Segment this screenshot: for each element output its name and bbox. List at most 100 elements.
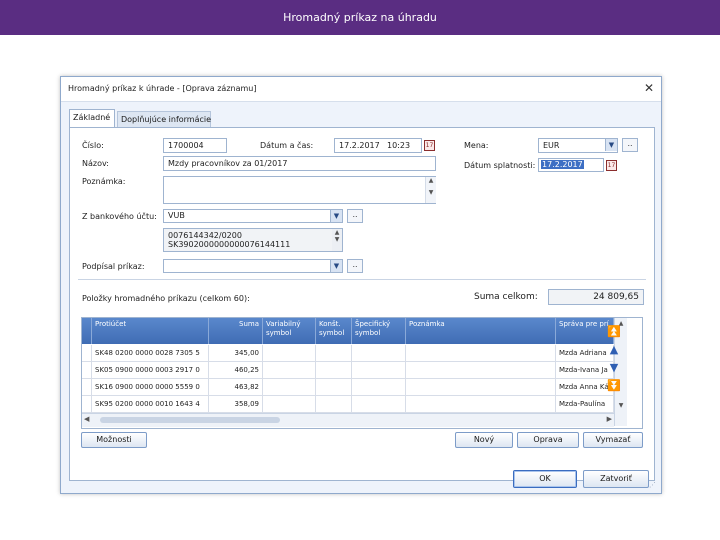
account-iban: SK3902000000000076144111 <box>168 240 291 249</box>
move-last-icon[interactable]: ⏬ <box>607 379 621 393</box>
scroll-right-icon[interactable]: ▶ <box>607 415 612 423</box>
cell-msg: Mzda-Paulína <box>556 396 614 412</box>
cell-amount: 358,09 <box>209 396 263 412</box>
cell-msg: Mzda-Ivana Ja <box>556 362 614 378</box>
oprava-button[interactable]: Oprava <box>517 432 579 448</box>
cell-konst <box>316 396 352 412</box>
scroll-down-icon[interactable]: ▼ <box>426 189 436 196</box>
datum-value: 17.2.2017 <box>339 141 380 150</box>
tab-label: Doplňujúce informácie <box>121 115 212 124</box>
bank-value: VUB <box>168 211 185 220</box>
bank-more-button[interactable]: .. <box>347 209 363 223</box>
poznamka-textarea[interactable] <box>163 176 436 204</box>
tab-doplnujuce-informacie[interactable]: Doplňujúce informácie <box>117 111 211 127</box>
zatvorit-button[interactable]: Zatvoriť <box>583 470 649 488</box>
mena-more-button[interactable]: .. <box>622 138 638 152</box>
datum-cas-field[interactable]: 17.2.2017 10:23 <box>334 138 422 153</box>
table-header-cell[interactable]: Variabilný symbol <box>263 318 316 344</box>
move-up-icon[interactable]: ▲ <box>607 343 621 357</box>
scroll-up-icon[interactable]: ▲ <box>332 229 342 236</box>
chevron-down-icon[interactable]: ▼ <box>330 260 342 272</box>
cell-var <box>263 379 316 395</box>
row-selector[interactable] <box>82 345 92 361</box>
moznosti-button[interactable]: Možnosti <box>81 432 147 448</box>
cell-note <box>406 362 556 378</box>
table-header-cell[interactable]: Správa pre prí <box>556 318 614 344</box>
poznamka-scrollbar[interactable]: ▲ ▼ <box>425 177 436 203</box>
table-header-cell[interactable]: Protiúčet <box>92 318 209 344</box>
scroll-down-icon[interactable]: ▼ <box>615 402 627 409</box>
table-header-cell[interactable]: Špecifický symbol <box>352 318 406 344</box>
dialog-titlebar: Hromadný príkaz k úhrade - [Oprava zázna… <box>61 77 661 102</box>
calendar-icon[interactable]: 17 <box>606 160 617 171</box>
bank-select[interactable]: VUB ▼ <box>163 209 343 223</box>
nazov-label: Názov: <box>82 159 109 168</box>
calendar-icon[interactable]: 17 <box>424 140 435 151</box>
table-row[interactable]: SK95 0200 0000 0010 1643 4 358,09 Mzda-P… <box>82 396 614 413</box>
cell-amount: 463,82 <box>209 379 263 395</box>
cell-spec <box>352 362 406 378</box>
cell-note <box>406 396 556 412</box>
row-selector[interactable] <box>82 379 92 395</box>
ok-button[interactable]: OK <box>513 470 577 488</box>
table-header-cell[interactable]: Konšt. symbol <box>316 318 352 344</box>
sum-value: 24 809,65 <box>548 289 644 305</box>
move-first-icon[interactable]: ⏫ <box>607 325 621 339</box>
chevron-down-icon[interactable]: ▼ <box>605 139 617 151</box>
account-scrollbar[interactable]: ▲ ▼ <box>332 229 342 251</box>
cell-var <box>263 362 316 378</box>
account-number: 0076144342/0200 <box>168 231 242 240</box>
mena-value: EUR <box>543 141 560 150</box>
table-row[interactable]: SK48 0200 0000 0028 7305 5 345,00 Mzda A… <box>82 345 614 362</box>
datum-splatnosti-field[interactable]: 17.2.2017 <box>538 158 604 172</box>
divider <box>78 279 646 280</box>
dialog-title: Hromadný príkaz k úhrade - [Oprava zázna… <box>68 84 257 93</box>
cell-msg: Mzda Adriana <box>556 345 614 361</box>
podpisal-label: Podpísal príkaz: <box>82 262 145 271</box>
dialog-window: Hromadný príkaz k úhrade - [Oprava zázna… <box>60 76 662 494</box>
cell-spec <box>352 345 406 361</box>
sum-label: Suma celkom: <box>474 292 538 302</box>
tab-label: Základné <box>73 113 111 122</box>
slide-title-bar: Hromadný príkaz na úhradu <box>0 0 720 35</box>
scroll-thumb[interactable] <box>100 417 280 423</box>
move-down-icon[interactable]: ▼ <box>607 361 621 375</box>
table-row[interactable]: SK16 0900 0000 0000 5559 0 463,82 Mzda A… <box>82 379 614 396</box>
table-header-cell[interactable]: Suma <box>209 318 263 344</box>
poznamka-label: Poznámka: <box>82 177 126 186</box>
items-table: Protiúčet Suma Variabilný symbol Konšt. … <box>81 317 643 429</box>
row-selector[interactable] <box>82 362 92 378</box>
table-header-cell[interactable]: Poznámka <box>406 318 556 344</box>
cislo-field[interactable]: 1700004 <box>163 138 227 153</box>
datum-splatnosti-value: 17.2.2017 <box>541 160 584 169</box>
cell-konst <box>316 379 352 395</box>
scroll-up-icon[interactable]: ▲ <box>426 177 436 184</box>
cell-amount: 345,00 <box>209 345 263 361</box>
cell-account: SK16 0900 0000 0000 5559 0 <box>92 379 209 395</box>
vymazat-button[interactable]: Vymazať <box>583 432 643 448</box>
row-selector[interactable] <box>82 396 92 412</box>
cell-konst <box>316 362 352 378</box>
resize-grip-icon[interactable]: ⋰ <box>649 481 659 491</box>
scroll-down-icon[interactable]: ▼ <box>332 236 342 243</box>
cell-spec <box>352 396 406 412</box>
horizontal-scrollbar[interactable]: ◀ ▶ <box>82 413 614 427</box>
scroll-left-icon[interactable]: ◀ <box>84 415 89 423</box>
cell-account: SK48 0200 0000 0028 7305 5 <box>92 345 209 361</box>
close-icon[interactable]: ✕ <box>641 80 657 96</box>
nazov-field[interactable]: Mzdy pracovníkov za 01/2017 <box>163 156 436 171</box>
table-row[interactable]: SK05 0900 0000 0003 2917 0 460,25 Mzda-I… <box>82 362 614 379</box>
cell-note <box>406 379 556 395</box>
mena-select[interactable]: EUR ▼ <box>538 138 618 153</box>
account-info: 0076144342/0200 SK3902000000000076144111 <box>163 228 343 252</box>
novy-button[interactable]: Nový <box>455 432 513 448</box>
cas-value: 10:23 <box>387 141 411 150</box>
tab-zakladne[interactable]: Základné <box>69 109 115 127</box>
datum-cas-label: Dátum a čas: <box>260 141 314 150</box>
cell-account: SK05 0900 0000 0003 2917 0 <box>92 362 209 378</box>
podpisal-select[interactable]: ▼ <box>163 259 343 273</box>
slide-title: Hromadný príkaz na úhradu <box>283 11 437 24</box>
chevron-down-icon[interactable]: ▼ <box>330 210 342 222</box>
podpisal-more-button[interactable]: .. <box>347 259 363 273</box>
cell-var <box>263 345 316 361</box>
